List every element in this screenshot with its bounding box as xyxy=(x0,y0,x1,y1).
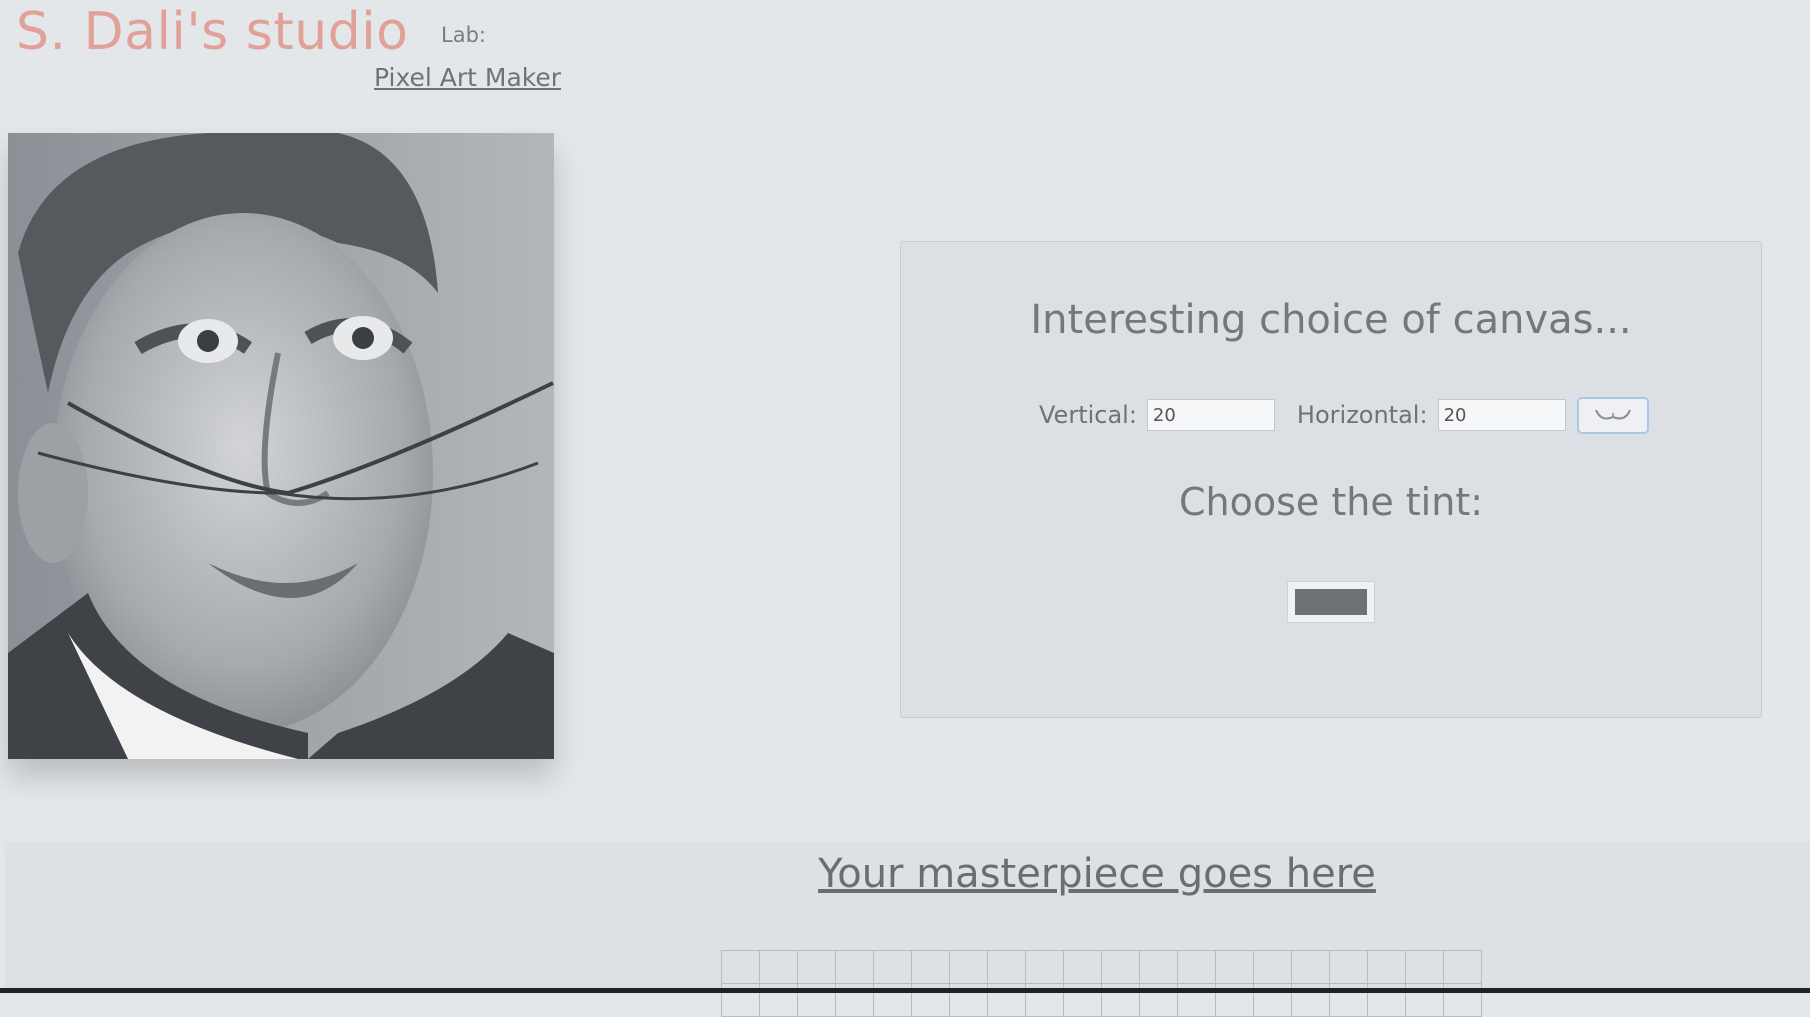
pixel-cell[interactable] xyxy=(1139,950,1178,984)
submit-button[interactable] xyxy=(1576,396,1649,434)
tint-color-picker[interactable] xyxy=(1287,581,1375,623)
pixel-cell[interactable] xyxy=(1063,950,1102,984)
horizontal-input[interactable] xyxy=(1437,399,1566,431)
pixel-cell[interactable] xyxy=(1101,950,1140,984)
bottom-edge xyxy=(0,988,1810,993)
dimension-row: Vertical: Horizontal: xyxy=(1039,396,1649,434)
pixel-cell[interactable] xyxy=(1253,950,1292,984)
pixel-canvas-grid[interactable] xyxy=(721,950,1482,1017)
pixel-cell[interactable] xyxy=(1177,950,1216,984)
pixel-cell[interactable] xyxy=(721,950,760,984)
pixel-cell[interactable] xyxy=(797,950,836,984)
pixel-cell[interactable] xyxy=(1025,950,1064,984)
pixel-cell[interactable] xyxy=(949,950,988,984)
pixel-cell[interactable] xyxy=(1405,950,1444,984)
pixel-cell[interactable] xyxy=(1443,950,1482,984)
pixel-cell[interactable] xyxy=(759,950,798,984)
pixel-cell[interactable] xyxy=(1367,950,1406,984)
canvas-title: Your masterpiece goes here xyxy=(818,851,1376,897)
canvas-section: Your masterpiece goes here xyxy=(7,846,1810,1017)
pixel-cell[interactable] xyxy=(873,950,912,984)
pixel-cell[interactable] xyxy=(911,950,950,984)
pixel-cell[interactable] xyxy=(1329,950,1368,984)
pixel-cell[interactable] xyxy=(1215,950,1254,984)
vertical-input[interactable] xyxy=(1146,399,1275,431)
lab-label: Lab: xyxy=(441,23,486,47)
panel-title: Interesting choice of canvas... xyxy=(1030,297,1632,343)
dali-portrait-image xyxy=(8,133,554,759)
horizontal-label: Horizontal: xyxy=(1296,401,1428,429)
color-swatch xyxy=(1295,589,1367,615)
brand-title: S. Dali's studio xyxy=(16,2,409,62)
pixel-cell[interactable] xyxy=(987,950,1026,984)
vertical-label: Vertical: xyxy=(1039,401,1137,429)
canvas-settings-panel: Interesting choice of canvas... Vertical… xyxy=(900,241,1762,718)
pixel-cell[interactable] xyxy=(835,950,874,984)
grid-row xyxy=(721,950,1482,984)
pixel-art-maker-link[interactable]: Pixel Art Maker xyxy=(374,63,561,92)
pixel-cell[interactable] xyxy=(1291,950,1330,984)
tint-title: Choose the tint: xyxy=(1178,480,1484,524)
mustache-icon xyxy=(1594,409,1631,420)
